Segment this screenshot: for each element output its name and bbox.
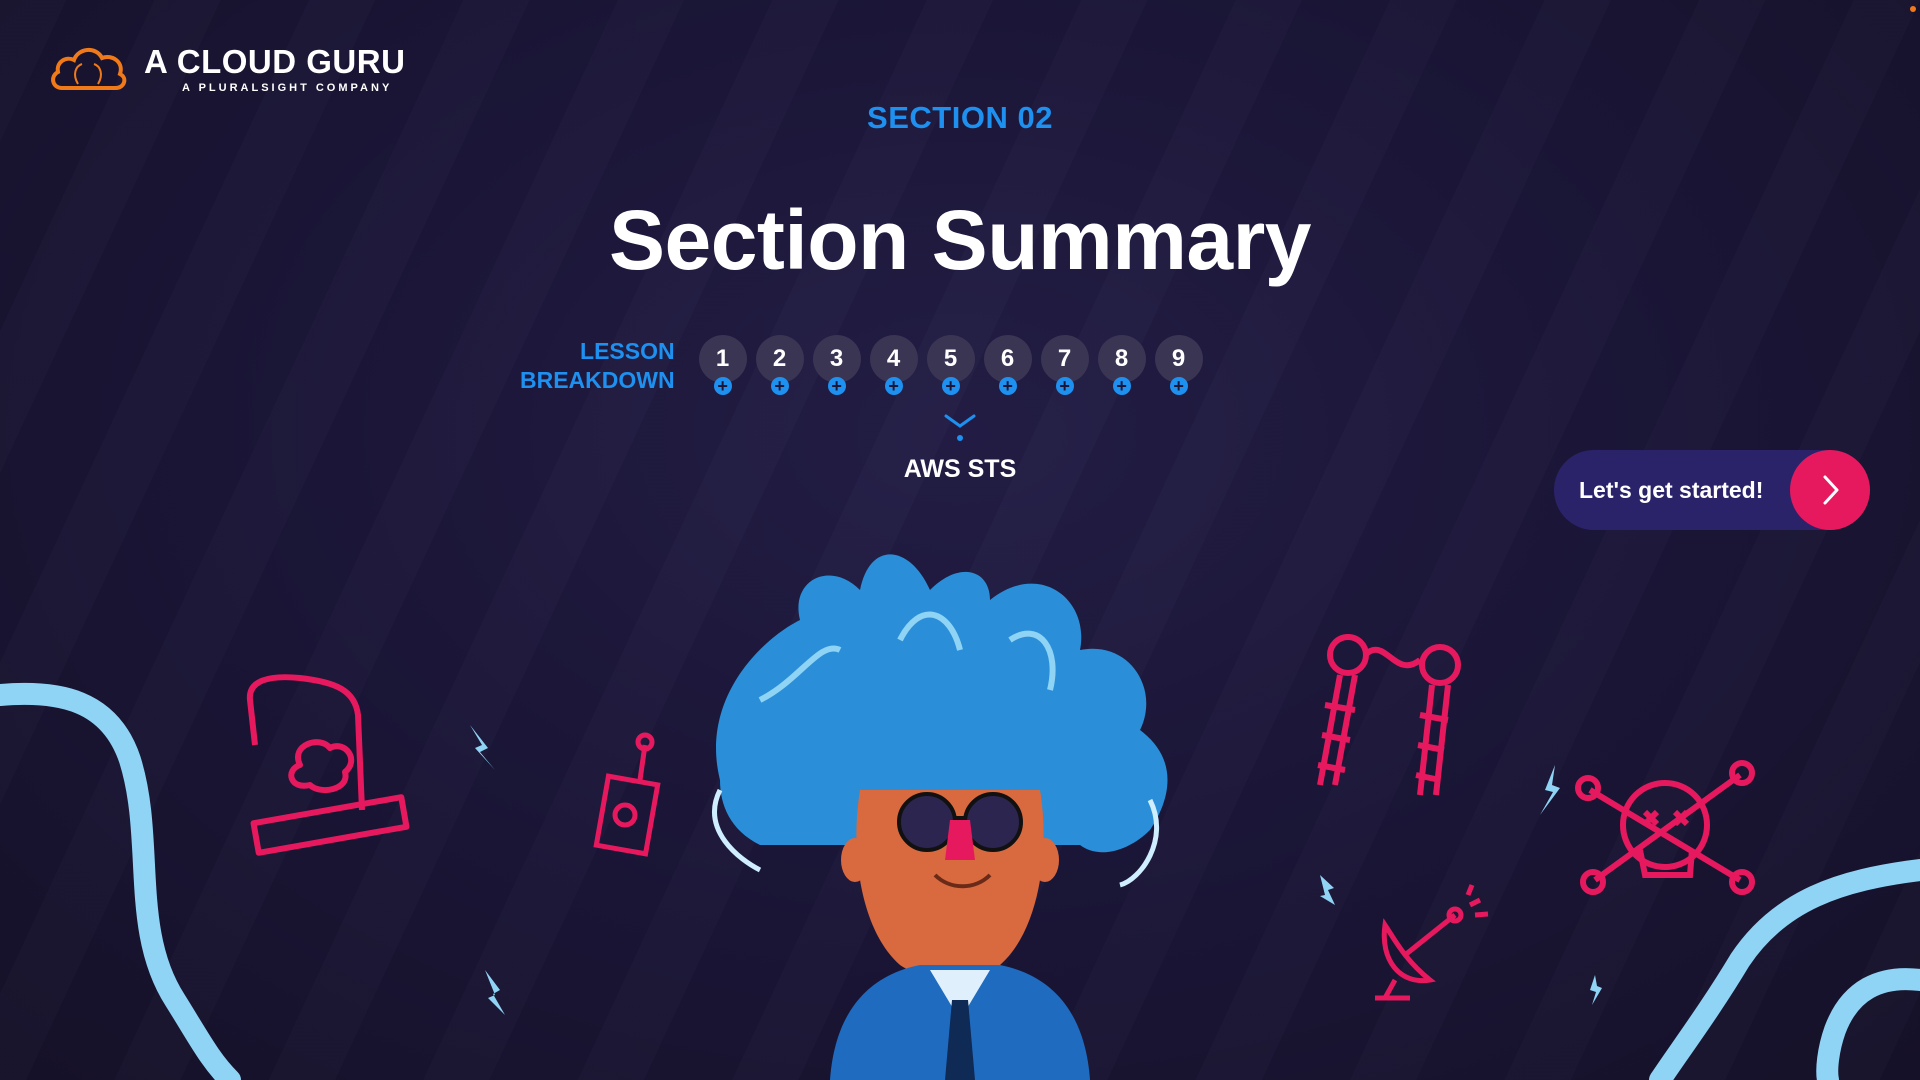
plus-icon[interactable]: + [998,377,1017,395]
lesson-button-8[interactable]: 8 + [1097,335,1146,395]
lesson-button-1[interactable]: 1 + [698,335,747,395]
plus-icon[interactable]: + [713,377,732,395]
lesson-button-9[interactable]: 9 + [1154,335,1203,395]
lesson-number: 9 [1171,345,1186,372]
plus-icon[interactable]: + [884,377,903,395]
chevron-right-icon[interactable] [1790,450,1870,530]
lesson-breakdown-label: LESSON BREAKDOWN [520,337,675,395]
plus-icon[interactable]: + [1055,377,1074,395]
lesson-label-line1: LESSON [580,338,675,364]
plus-icon[interactable]: + [827,377,846,395]
get-started-button[interactable]: Let's get started! [1554,450,1870,530]
lesson-number-list: 1 + 2 + 3 + 4 + 5 + 6 + 7 + 8 + 9 + [698,335,1203,395]
remote-icon [593,732,661,857]
wavy-line-right-2 [1816,968,1920,1080]
plus-icon[interactable]: + [1112,377,1131,395]
lesson-label-line2: BREAKDOWN [520,367,675,393]
lesson-button-3[interactable]: 3 + [812,335,861,395]
lesson-number: 8 [1114,345,1129,372]
plus-icon[interactable]: + [941,377,960,395]
brain-jar-icon [246,674,410,856]
lesson-number: 7 [1057,345,1072,372]
lesson-button-5[interactable]: 5 + [926,335,975,395]
background-illustration [0,554,1920,1080]
lesson-button-2[interactable]: 2 + [755,335,804,395]
lesson-number: 4 [886,345,901,372]
chevron-right-glyph [1823,475,1839,505]
brand-tagline: A PLURALSIGHT COMPANY [182,81,393,94]
plus-icon[interactable]: + [1169,377,1188,395]
wavy-line-left [0,682,241,1080]
lesson-number: 5 [943,345,958,372]
skull-icon [1575,760,1755,895]
cloud-logo-icon [51,48,127,90]
plus-icon[interactable]: + [770,377,789,395]
lesson-button-6[interactable]: 6 + [983,335,1032,395]
lesson-button-4[interactable]: 4 + [869,335,918,395]
slide-stage: A CLOUD GURU A PLURALSIGHT COMPANY SECTI… [0,0,1920,1080]
barbell-icon [1317,634,1461,796]
satellite-dish-icon [1375,884,1489,1001]
lesson-breakdown: LESSON BREAKDOWN 1 + 2 + 3 + 4 + 5 + 6 + 7 + 8 +… [520,335,1203,395]
lesson-number: 6 [1000,345,1015,372]
brand-name: A CLOUD GURU [144,42,406,80]
lesson-number: 3 [829,345,844,372]
get-started-label: Let's get started! [1579,476,1764,503]
lesson-button-7[interactable]: 7 + [1040,335,1089,395]
brand-logo[interactable]: A CLOUD GURU A PLURALSIGHT COMPANY [48,44,405,94]
chevron-down-icon [944,414,976,441]
lesson-number: 2 [772,345,787,372]
lesson-number: 1 [715,345,730,372]
recording-dot [1910,6,1916,12]
section-label: SECTION 02 [867,100,1053,135]
page-title: Section Summary [608,193,1312,287]
character-illustration [712,554,1168,1080]
